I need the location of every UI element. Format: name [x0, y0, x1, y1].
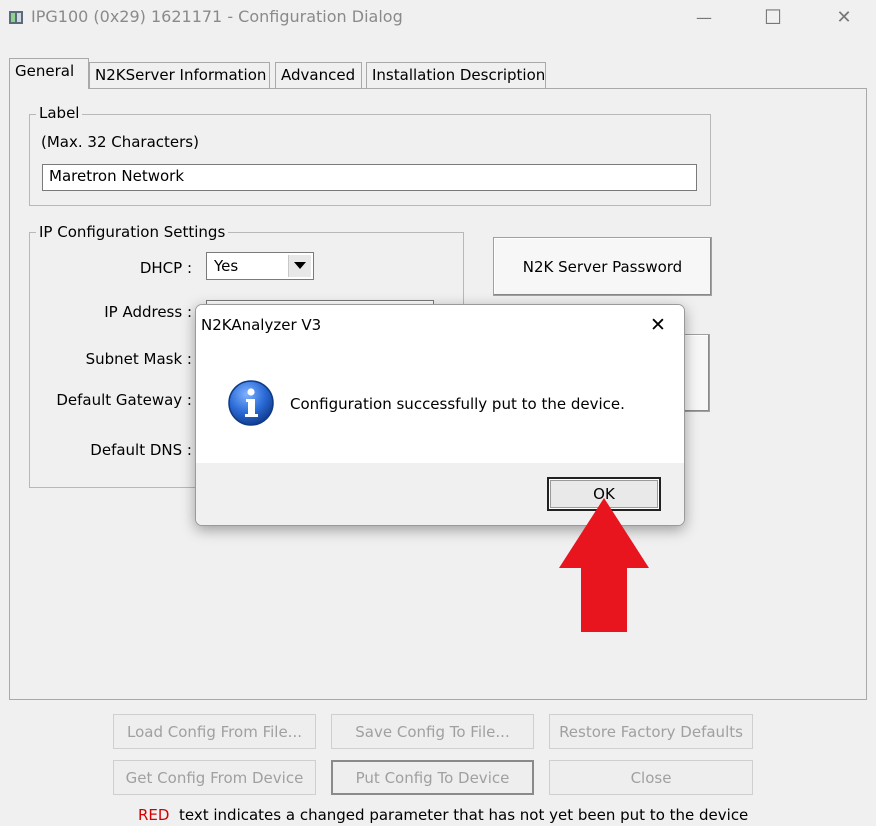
put-config-button[interactable]: Put Config To Device	[331, 760, 534, 795]
dhcp-label: DHCP :	[139, 259, 192, 277]
red-arrow-annotation	[559, 498, 649, 632]
save-config-button[interactable]: Save Config To File...	[331, 714, 534, 749]
subnet-mask-label: Subnet Mask :	[85, 350, 192, 368]
chevron-down-icon	[294, 262, 306, 269]
dhcp-dropdown-button[interactable]	[288, 255, 311, 277]
footer-red-word: RED	[138, 806, 170, 824]
close-icon: ✕	[650, 314, 666, 336]
dhcp-select-value: Yes	[214, 257, 239, 275]
footer-text: text indicates a changed parameter that …	[179, 806, 749, 824]
default-gateway-label: Default Gateway :	[56, 391, 192, 409]
label-input[interactable]: Maretron Network	[42, 164, 697, 191]
tab-advanced[interactable]: Advanced	[275, 62, 362, 88]
minimize-icon: —	[696, 7, 712, 27]
label-group	[29, 114, 711, 206]
get-config-button[interactable]: Get Config From Device	[113, 760, 316, 795]
close-button[interactable]: Close	[549, 760, 753, 795]
maximize-icon: ☐	[764, 5, 782, 29]
window-close-button[interactable]: ✕	[814, 0, 874, 34]
tab-n2kserver-information[interactable]: N2KServer Information	[89, 62, 270, 88]
label-hint: (Max. 32 Characters)	[41, 133, 199, 151]
tab-installation-description[interactable]: Installation Description	[366, 62, 546, 88]
message-box-close-button[interactable]: ✕	[640, 309, 676, 341]
footer-note: RED text indicates a changed parameter t…	[138, 806, 748, 824]
n2k-server-password-button[interactable]: N2K Server Password	[493, 237, 712, 296]
ip-config-legend: IP Configuration Settings	[36, 223, 229, 241]
default-dns-label: Default DNS :	[90, 441, 192, 459]
message-text: Configuration successfully put to the de…	[290, 395, 625, 413]
tab-general[interactable]: General	[9, 58, 89, 89]
ip-address-label: IP Address :	[104, 303, 192, 321]
message-box: N2KAnalyzer V3 ✕ Configuration successfu…	[195, 304, 685, 526]
app-icon	[9, 11, 23, 24]
minimize-button[interactable]: —	[674, 0, 734, 34]
maximize-button[interactable]: ☐	[743, 0, 803, 34]
label-group-legend: Label	[36, 104, 83, 122]
restore-factory-defaults-button[interactable]: Restore Factory Defaults	[549, 714, 753, 749]
message-box-title: N2KAnalyzer V3	[201, 316, 322, 334]
close-icon: ✕	[836, 6, 852, 28]
window-title: IPG100 (0x29) 1621171 - Configuration Di…	[31, 7, 403, 26]
dhcp-select[interactable]: Yes	[206, 252, 314, 280]
info-icon	[228, 380, 274, 426]
load-config-button[interactable]: Load Config From File...	[113, 714, 316, 749]
title-bar: IPG100 (0x29) 1621171 - Configuration Di…	[0, 0, 876, 36]
